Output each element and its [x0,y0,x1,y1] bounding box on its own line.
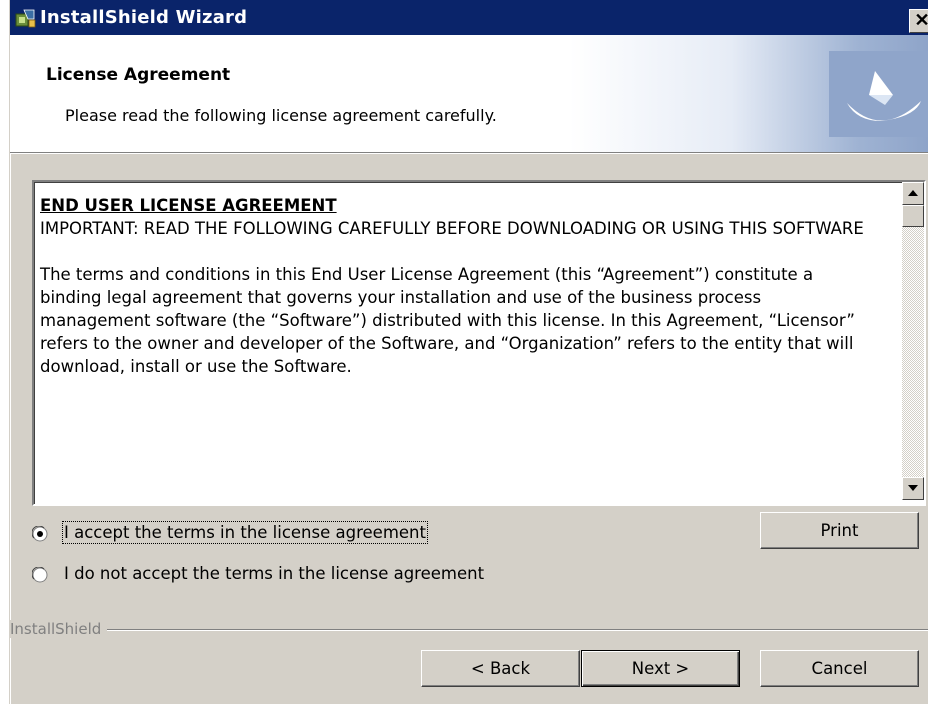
header-banner: License Agreement Please read the follow… [10,35,928,152]
cancel-button-label: Cancel [811,659,868,678]
next-button[interactable]: Next > [581,650,740,687]
cancel-button[interactable]: Cancel [760,650,919,687]
decline-label[interactable]: I do not accept the terms in the license… [64,564,484,583]
accept-radio[interactable] [32,526,48,542]
back-button[interactable]: < Back [421,650,580,687]
scroll-up-button[interactable] [902,182,924,205]
page-title: License Agreement [46,65,231,85]
next-button-label: Next > [631,659,690,678]
installshield-logo-icon [829,51,928,137]
license-heading: END USER LICENSE AGREEMENT [40,196,337,215]
title-bar[interactable]: InstallShield Wizard ✕ [10,0,928,35]
print-button-label: Print [820,521,859,540]
footer-separator [10,629,928,631]
close-icon: ✕ [914,10,928,30]
page-subtitle: Please read the following license agreem… [65,106,497,125]
brand-label: InstallShield [10,620,108,638]
license-important: IMPORTANT: READ THE FOLLOWING CAREFULLY … [40,219,864,238]
license-spacer [40,240,874,263]
decline-radio[interactable] [32,567,48,583]
license-body: The terms and conditions in this End Use… [40,265,855,376]
scroll-thumb[interactable] [902,205,924,227]
accept-label[interactable]: I accept the terms in the license agreem… [62,521,428,544]
license-text: END USER LICENSE AGREEMENT IMPORTANT: RE… [40,194,874,378]
installer-icon [15,9,36,28]
close-button[interactable]: ✕ [909,9,928,33]
back-button-label: < Back [470,659,531,678]
arrow-up-icon [908,190,918,196]
license-text-box[interactable]: END USER LICENSE AGREEMENT IMPORTANT: RE… [32,180,926,506]
print-button[interactable]: Print [760,512,919,549]
window-title: InstallShield Wizard [40,7,248,28]
vertical-scrollbar[interactable] [902,182,924,500]
installer-window: InstallShield Wizard ✕ License Agreement… [9,0,928,704]
arrow-down-icon [908,485,918,491]
scroll-down-button[interactable] [902,477,924,500]
header-separator [10,152,928,154]
